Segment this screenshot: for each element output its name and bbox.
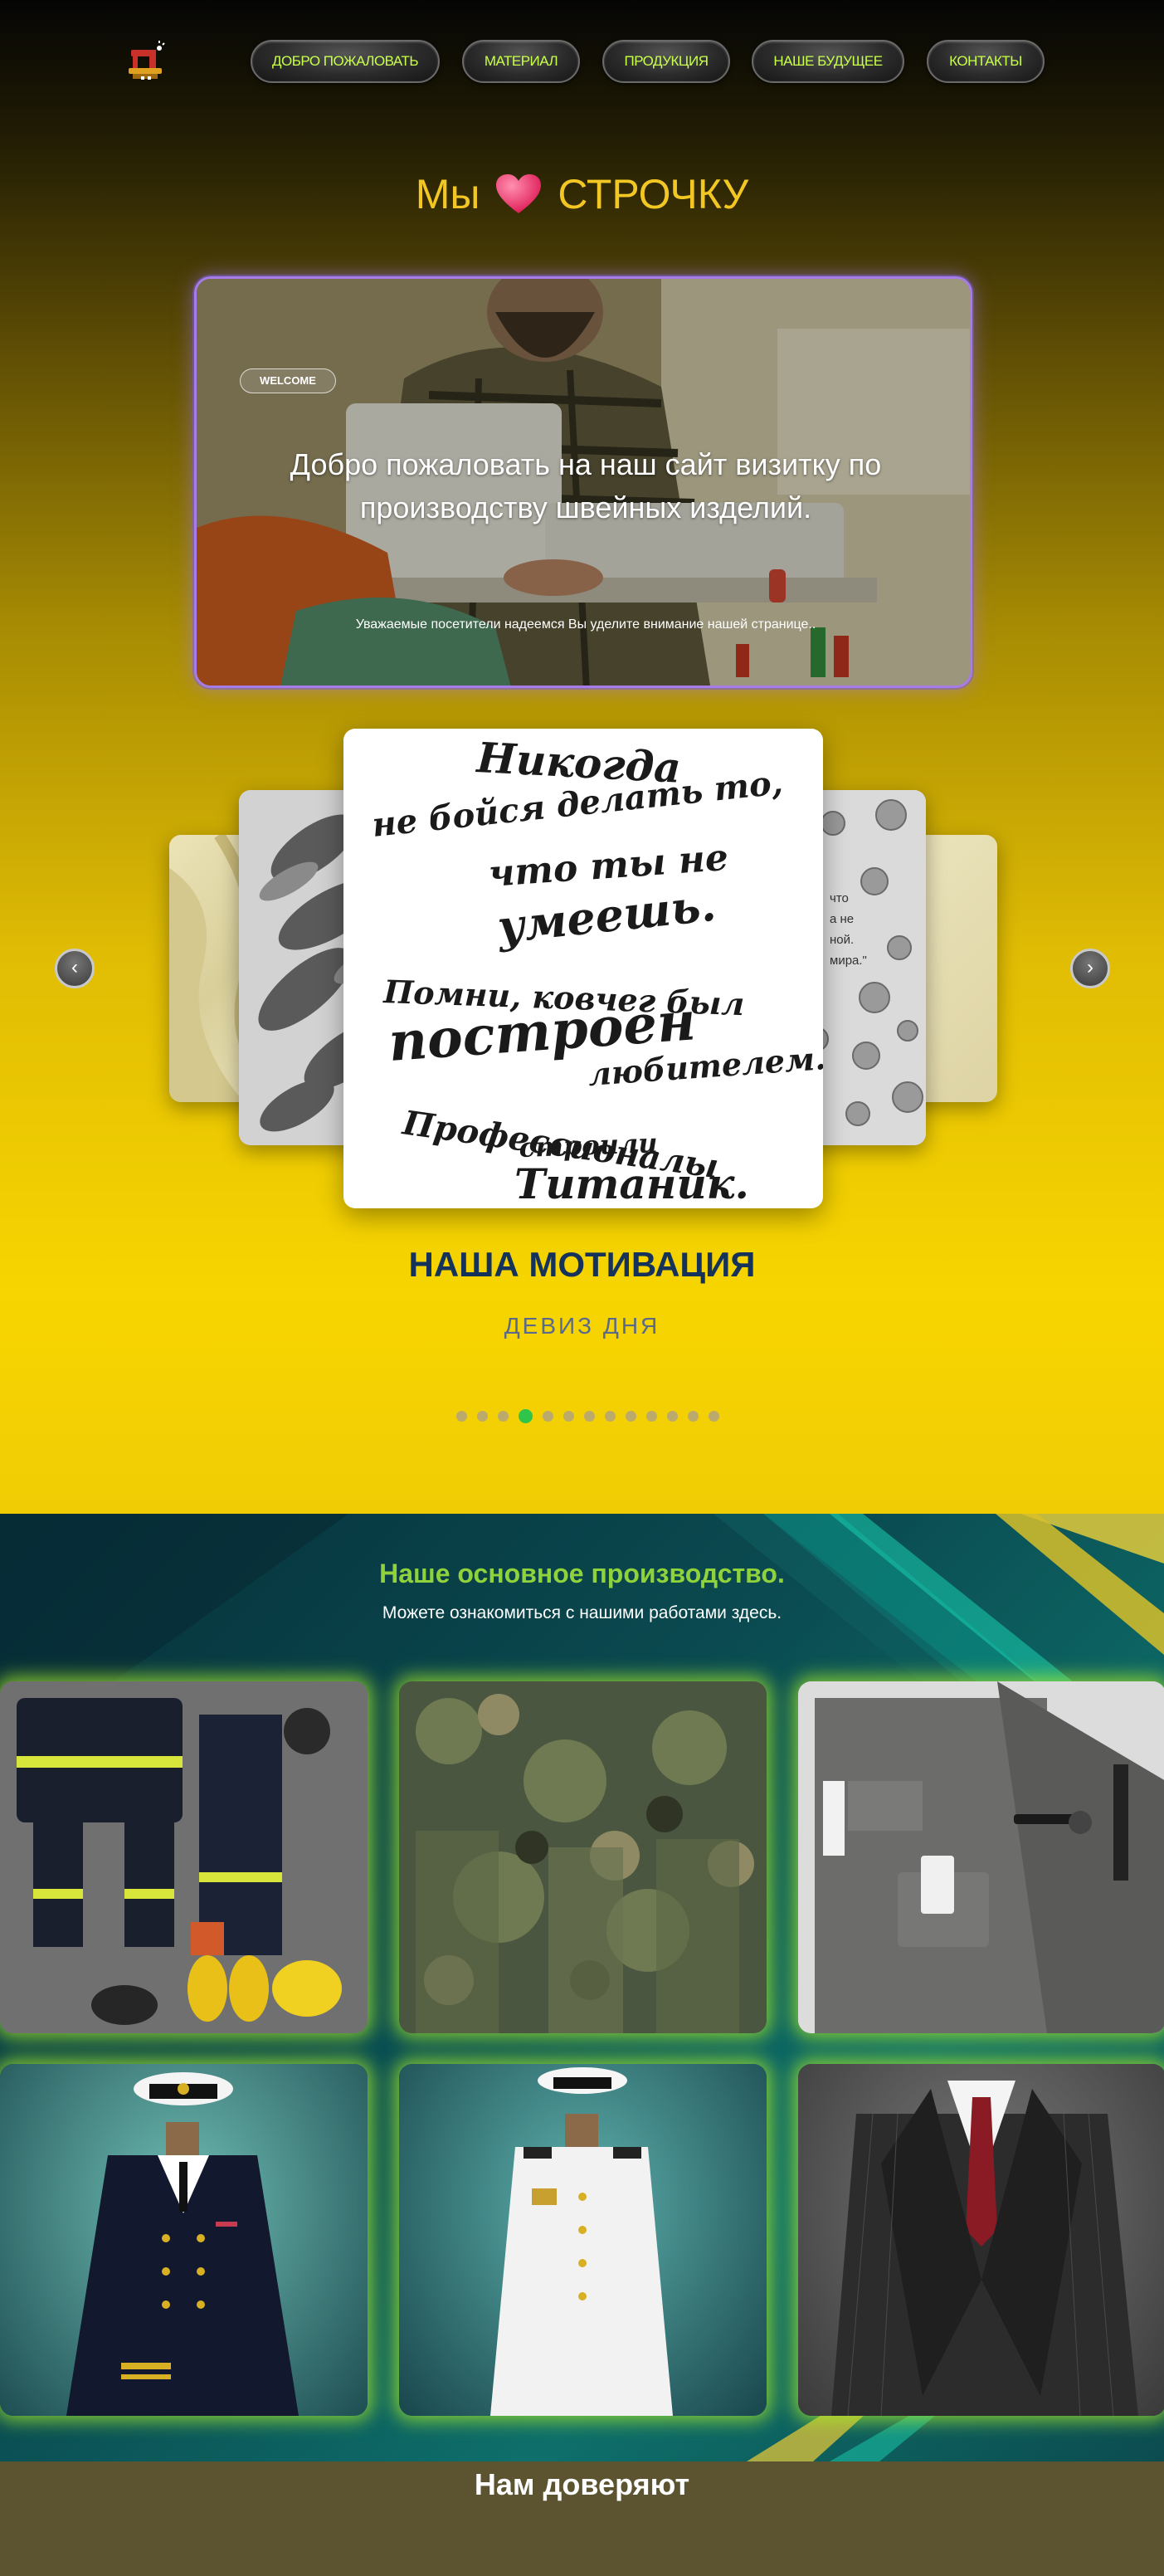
nav-label: НАШЕ БУДУЩЕЕ bbox=[773, 53, 883, 69]
nav-label: ПРОДУКЦИЯ bbox=[624, 53, 709, 69]
tagline: Мы СТРОЧКУ bbox=[0, 170, 1164, 218]
carousel-card-quote[interactable]: Никогда не бойся делать то, что ты не ум… bbox=[343, 729, 823, 1208]
chevron-right-icon: › bbox=[1087, 956, 1093, 978]
carousel-dot[interactable] bbox=[498, 1411, 509, 1422]
product-tile-workwear[interactable] bbox=[798, 1681, 1164, 2033]
production-subtitle: Можете ознакомиться с нашими работами зд… bbox=[382, 1603, 782, 1622]
welcome-subtext: Уважаемые посетители надеемся Вы уделите… bbox=[355, 617, 816, 632]
motivation-subtitle: ДЕВИЗ ДНЯ bbox=[504, 1313, 660, 1339]
welcome-badge: WELCOME bbox=[240, 368, 336, 393]
carousel-next-button[interactable]: › bbox=[1070, 949, 1110, 988]
quote-line: строили bbox=[519, 1127, 658, 1164]
nav-products-button[interactable]: ПРОДУКЦИЯ bbox=[602, 40, 730, 83]
tagline-right: СТРОЧКУ bbox=[558, 171, 749, 217]
nav-label: МАТЕРИАЛ bbox=[484, 53, 558, 69]
carousel-pagination bbox=[456, 1409, 719, 1423]
product-tile-firefighter-gear[interactable] bbox=[0, 1681, 368, 2033]
nav-label: КОНТАКТЫ bbox=[949, 53, 1022, 69]
production-section: Наше основное производство. Можете ознак… bbox=[0, 1514, 1164, 2461]
carousel-dot[interactable] bbox=[584, 1411, 595, 1422]
trust-section: Нам доверяют bbox=[0, 2461, 1164, 2576]
product-tile-navy-uniform[interactable] bbox=[0, 2064, 368, 2416]
carousel-dot[interactable] bbox=[626, 1411, 636, 1422]
product-tile-white-naval-uniform[interactable] bbox=[399, 2064, 767, 2416]
trust-title: Нам доверяют bbox=[474, 2467, 690, 2501]
hero-section: ДОБРО ПОЖАЛОВАТЬ МАТЕРИАЛ ПРОДУКЦИЯ НАШЕ… bbox=[0, 0, 1164, 1514]
carousel-dot[interactable] bbox=[563, 1411, 574, 1422]
motivation-title: НАША МОТИВАЦИЯ bbox=[408, 1245, 756, 1284]
side-card-text: ной. bbox=[830, 933, 854, 947]
heart-icon bbox=[494, 173, 543, 215]
sewing-machine-logo-icon[interactable] bbox=[126, 40, 169, 83]
side-card-text: а не bbox=[830, 912, 854, 926]
carousel-dot[interactable] bbox=[667, 1411, 678, 1422]
chevron-left-icon: ‹ bbox=[71, 956, 78, 978]
product-tile-military-camo[interactable] bbox=[399, 1681, 767, 2033]
nav-material-button[interactable]: МАТЕРИАЛ bbox=[462, 40, 580, 83]
quote-line: Титаник. bbox=[514, 1159, 749, 1208]
product-tile-suit[interactable] bbox=[798, 2064, 1164, 2416]
carousel-dot[interactable] bbox=[543, 1411, 553, 1422]
production-title: Наше основное производство. bbox=[379, 1559, 785, 1588]
nav-welcome-button[interactable]: ДОБРО ПОЖАЛОВАТЬ bbox=[251, 40, 440, 83]
welcome-heading: Добро пожаловать на наш сайт визитку по … bbox=[290, 447, 882, 524]
carousel-dot[interactable] bbox=[688, 1411, 699, 1422]
nav-future-button[interactable]: НАШЕ БУДУЩЕЕ bbox=[752, 40, 904, 83]
carousel-dot[interactable] bbox=[477, 1411, 488, 1422]
carousel-dot[interactable] bbox=[519, 1409, 533, 1423]
carousel-dot[interactable] bbox=[646, 1411, 657, 1422]
nav-label: ДОБРО ПОЖАЛОВАТЬ bbox=[272, 53, 419, 69]
nav-contacts-button[interactable]: КОНТАКТЫ bbox=[927, 40, 1045, 83]
carousel-dot[interactable] bbox=[605, 1411, 616, 1422]
side-card-text: что bbox=[830, 891, 849, 905]
side-card-text: мира." bbox=[830, 954, 867, 968]
welcome-banner: WELCOME Добро пожаловать на наш сайт виз… bbox=[194, 276, 972, 688]
carousel-dot[interactable] bbox=[709, 1411, 719, 1422]
carousel-dot[interactable] bbox=[456, 1411, 467, 1422]
carousel-prev-button[interactable]: ‹ bbox=[55, 949, 95, 988]
tagline-left: Мы bbox=[415, 171, 480, 217]
